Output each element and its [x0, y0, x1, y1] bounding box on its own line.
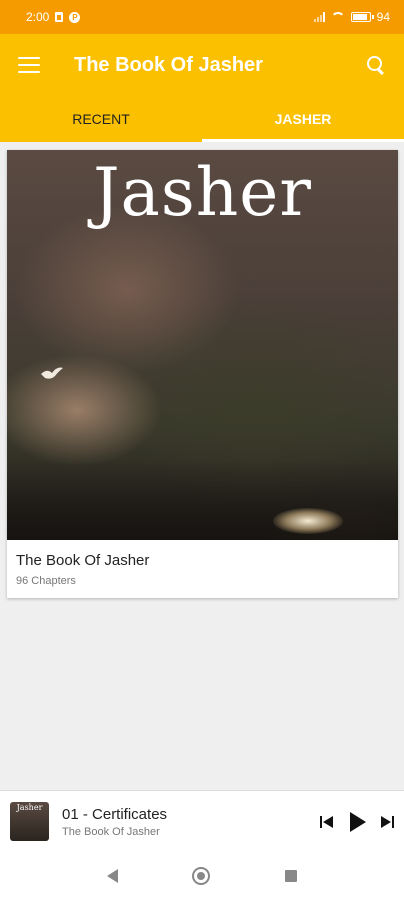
cover-title: Jasher — [93, 154, 312, 231]
app-title: The Book Of Jasher — [74, 53, 263, 76]
system-nav-bar — [0, 852, 404, 900]
book-chapter-count: 96 Chapters — [16, 575, 76, 587]
app-bar: The Book Of Jasher — [0, 34, 404, 96]
track-subtitle: The Book Of Jasher — [62, 825, 160, 838]
signal-icon — [313, 12, 325, 22]
thumb-title: Jasher — [16, 803, 43, 812]
book-cover-image: Jasher — [7, 150, 398, 540]
home-icon[interactable] — [192, 867, 211, 885]
trash-icon — [55, 12, 64, 22]
track-title: 01 - Certificates — [62, 805, 168, 823]
angel-figure — [273, 508, 343, 534]
notification-icon: P — [69, 11, 81, 23]
skip-previous-icon[interactable] — [320, 815, 334, 828]
search-icon[interactable] — [366, 55, 386, 75]
status-bar: 2:00 P 94 — [0, 0, 404, 34]
dove-icon — [41, 367, 63, 379]
tab-jasher[interactable]: JASHER — [202, 96, 404, 142]
battery-icon — [350, 12, 374, 22]
tab-bar: RECENT JASHER — [0, 96, 404, 142]
mini-player[interactable]: Jasher 01 - Certificates The Book Of Jas… — [0, 790, 404, 852]
wifi-icon — [330, 12, 345, 22]
player-controls — [320, 811, 394, 832]
status-right: 94 — [313, 10, 390, 24]
book-card[interactable]: Jasher The Book Of Jasher 96 Chapters — [7, 150, 398, 598]
book-title: The Book Of Jasher — [16, 552, 150, 569]
status-left: 2:00 P — [26, 10, 81, 24]
skip-next-icon[interactable] — [380, 815, 394, 828]
card-info: The Book Of Jasher 96 Chapters — [7, 540, 398, 599]
tab-recent[interactable]: RECENT — [0, 96, 202, 142]
menu-icon[interactable] — [18, 57, 40, 73]
status-time: 2:00 — [26, 10, 50, 24]
recents-icon[interactable] — [284, 870, 297, 882]
battery-level: 94 — [376, 10, 390, 24]
back-icon[interactable] — [107, 869, 119, 883]
player-thumbnail: Jasher — [10, 802, 49, 841]
play-icon[interactable] — [348, 811, 366, 832]
track-info: 01 - Certificates The Book Of Jasher — [62, 806, 320, 838]
